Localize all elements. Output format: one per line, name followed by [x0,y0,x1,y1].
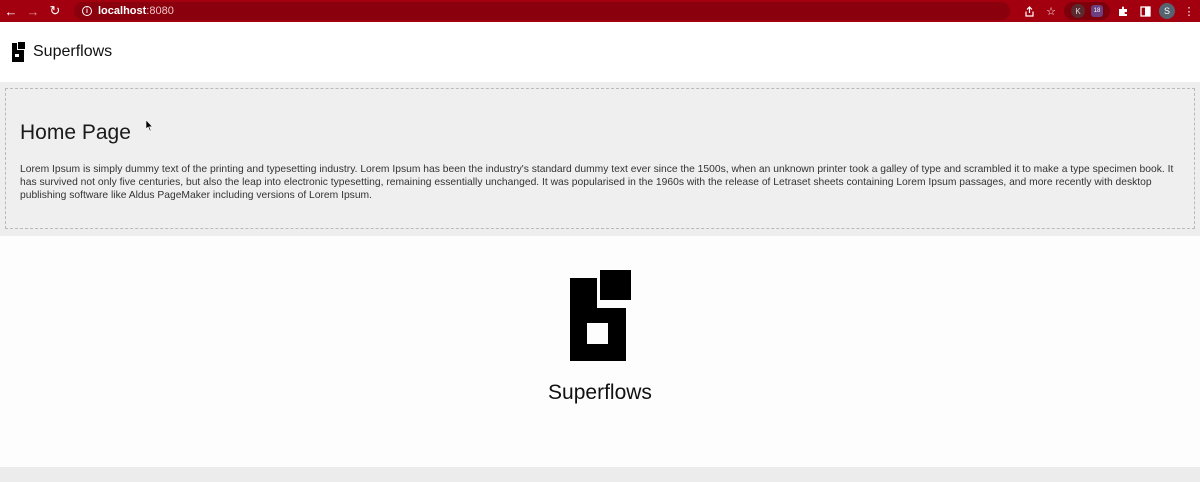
hero-box: Home Page Lorem Ipsum is simply dummy te… [5,88,1195,229]
extension-k-icon[interactable]: K [1071,4,1085,18]
mouse-cursor-icon [146,120,154,132]
app-header: Superflows [0,22,1200,82]
forward-arrow-icon[interactable]: → [22,0,44,22]
url-port: :8080 [146,5,174,17]
superflows-large-logo-icon [570,270,631,361]
back-arrow-icon[interactable]: ← [0,0,22,22]
url-host: localhost [98,5,147,17]
address-bar[interactable]: i localhost:8080 [74,2,1010,20]
avatar: S [1159,3,1175,19]
page-title: Home Page [20,121,131,144]
profile-avatar[interactable]: S [1156,0,1178,22]
main-logo-area: Superflows [0,236,1200,467]
header-brand-name[interactable]: Superflows [33,43,112,61]
superflows-logo-icon[interactable] [12,42,25,62]
kebab-menu-icon[interactable]: ⋮ [1178,0,1200,22]
bookmark-star-icon[interactable]: ☆ [1040,0,1062,22]
page-description: Lorem Ipsum is simply dummy text of the … [20,164,1174,201]
extension-icon[interactable]: 18 [1091,5,1103,17]
footer-strip [0,467,1200,482]
browser-right-tools: ☆ K 18 S ⋮ [1018,0,1200,22]
browser-toolbar: ← → ↻ i localhost:8080 ☆ K 18 S ⋮ [0,0,1200,22]
address-url[interactable]: localhost:8080 [98,5,174,17]
extensions-group: K 18 [1064,2,1110,20]
main-brand-name: Superflows [548,381,652,404]
puzzle-extensions-icon[interactable] [1112,0,1134,22]
reload-icon[interactable]: ↻ [44,0,66,22]
share-icon[interactable] [1018,0,1040,22]
hero-section: Home Page Lorem Ipsum is simply dummy te… [0,82,1200,236]
site-info-icon[interactable]: i [82,6,92,16]
side-panel-icon[interactable] [1134,0,1156,22]
